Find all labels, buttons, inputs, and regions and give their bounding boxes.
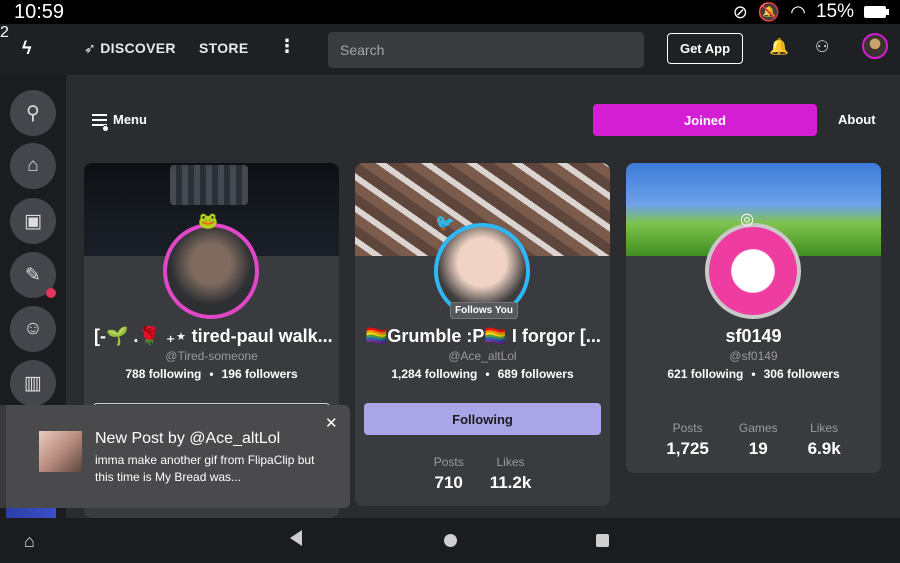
- more-menu-icon[interactable]: ⋮: [278, 36, 296, 57]
- stat-label: Likes: [810, 421, 839, 435]
- username: @sf0149: [729, 349, 778, 363]
- profile-avatar[interactable]: [705, 223, 801, 319]
- android-navigation-bar: ⌂: [0, 518, 900, 563]
- stat-value: 19: [748, 439, 768, 458]
- pencil-cup-icon: ✎: [25, 264, 41, 286]
- top-navigation: ϟ 2 ➶ DISCOVER STORE ⋮ Get App 🔔 ⚇: [0, 24, 900, 75]
- username: @Tired-someone: [165, 349, 258, 363]
- sidebar-store-button[interactable]: ⌂: [10, 143, 56, 189]
- followers-count[interactable]: 196 followers: [222, 367, 298, 381]
- toast-body: imma make another gif from FlipaClip but…: [95, 453, 315, 484]
- stat-value: 11.2k: [489, 473, 532, 492]
- unread-dot: [46, 288, 56, 298]
- system-icons: ⊘ 🔕 ◠ 15%: [732, 1, 889, 23]
- rocket-icon: ➶: [84, 40, 101, 56]
- ring-badge-icon: ◎: [740, 211, 754, 228]
- follows-you-badge: Follows You: [450, 302, 518, 319]
- new-post-toast[interactable]: New Post by @Ace_altLol imma make anothe…: [0, 405, 350, 508]
- likes-stat: Likes 11.2k: [490, 455, 532, 493]
- notification-badge[interactable]: 2: [0, 24, 9, 41]
- sidebar-bag-button[interactable]: ▣: [10, 198, 56, 244]
- joined-button[interactable]: Joined: [593, 104, 817, 136]
- follow-counts: 788 following • 196 followers: [125, 367, 298, 381]
- app-home-icon[interactable]: ⌂: [24, 531, 35, 552]
- no-sync-icon: ⊘: [732, 1, 748, 22]
- library-icon: ▥: [24, 372, 42, 394]
- display-name[interactable]: [-🌱 .🌹 ₊⋆ tired-paul walk...: [84, 326, 339, 347]
- posts-stat: Posts 1,725: [666, 421, 709, 459]
- posts-stat: Posts 710: [434, 455, 464, 493]
- peeking-element: [6, 508, 56, 518]
- games-stat: Games 19: [739, 421, 778, 459]
- follow-counts: 621 following • 306 followers: [667, 367, 840, 381]
- username: @Ace_altLol: [448, 349, 517, 363]
- bell-icon[interactable]: 🔔: [769, 37, 789, 57]
- search-input[interactable]: [328, 32, 644, 68]
- user-card[interactable]: 🐦 Follows You 🏳️‍🌈Grumble :P🏳️‍🌈 I forgo…: [355, 163, 610, 506]
- stat-value: 710: [434, 473, 463, 492]
- user-avatar[interactable]: [862, 33, 888, 59]
- person-icon: ⚲: [26, 102, 40, 124]
- toast-accent-bar: [0, 405, 6, 508]
- mute-icon: 🔕: [757, 1, 781, 22]
- following-count[interactable]: 1,284 following: [391, 367, 477, 381]
- recent-apps-icon[interactable]: [596, 534, 609, 547]
- follow-counts: 1,284 following • 689 followers: [391, 367, 574, 381]
- toast-title: New Post by @Ace_altLol: [95, 430, 281, 447]
- android-status-bar: 10:59 ⊘ 🔕 ◠ 15%: [0, 0, 900, 24]
- friends-icon[interactable]: ⚇: [815, 37, 829, 57]
- hamburger-icon: [92, 113, 109, 132]
- discover-link[interactable]: ➶ DISCOVER: [84, 40, 176, 57]
- following-count[interactable]: 621 following: [667, 367, 743, 381]
- store-icon: ⌂: [27, 155, 39, 176]
- profile-stats: Posts 710 Likes 11.2k: [355, 455, 610, 493]
- bird-badge-icon: 🐦: [435, 215, 455, 232]
- home-icon[interactable]: [444, 534, 457, 547]
- close-icon[interactable]: ✕: [325, 414, 338, 432]
- menu-button[interactable]: Menu: [92, 112, 147, 132]
- frog-badge-icon: 🐸: [198, 213, 218, 230]
- menu-label: Menu: [113, 112, 147, 127]
- store-link[interactable]: STORE: [199, 40, 248, 56]
- following-count[interactable]: 788 following: [125, 367, 201, 381]
- likes-stat: Likes 6.9k: [808, 421, 841, 459]
- stat-value: 1,725: [666, 439, 709, 458]
- user-card[interactable]: ◎ sf0149 @sf0149 621 following • 306 follo…: [626, 163, 881, 473]
- stat-label: Likes: [496, 455, 525, 469]
- sidebar-chat-button[interactable]: ☺: [10, 306, 56, 352]
- stat-label: Posts: [433, 455, 464, 469]
- chat-icon: ☺: [23, 318, 43, 339]
- following-button[interactable]: Following: [364, 403, 601, 435]
- battery-icon: [864, 6, 889, 18]
- back-icon[interactable]: [290, 530, 302, 546]
- stat-value: 6.9k: [807, 439, 841, 458]
- post-thumbnail: [39, 431, 82, 472]
- profile-avatar[interactable]: [163, 223, 259, 319]
- display-name[interactable]: 🏳️‍🌈Grumble :P🏳️‍🌈 I forgor [...: [355, 326, 610, 347]
- discover-label: DISCOVER: [100, 40, 176, 56]
- display-name[interactable]: sf0149: [626, 326, 881, 347]
- sidebar-profile-button[interactable]: ⚲: [10, 90, 56, 136]
- followers-count[interactable]: 306 followers: [764, 367, 840, 381]
- logo-icon[interactable]: ϟ: [22, 38, 32, 59]
- profile-stats: Posts 1,725 Games 19 Likes 6.9k: [626, 421, 881, 459]
- clock: 10:59: [14, 1, 65, 23]
- about-tab[interactable]: About: [838, 112, 876, 127]
- stat-label: Games: [738, 421, 778, 435]
- sidebar-library-button[interactable]: ▥: [10, 360, 56, 406]
- battery-percent: 15%: [815, 1, 854, 22]
- followers-count[interactable]: 689 followers: [498, 367, 574, 381]
- get-app-button[interactable]: Get App: [667, 33, 743, 64]
- stat-label: Posts: [672, 421, 703, 435]
- bag-icon: ▣: [24, 210, 42, 232]
- wifi-icon: ◠: [790, 1, 806, 22]
